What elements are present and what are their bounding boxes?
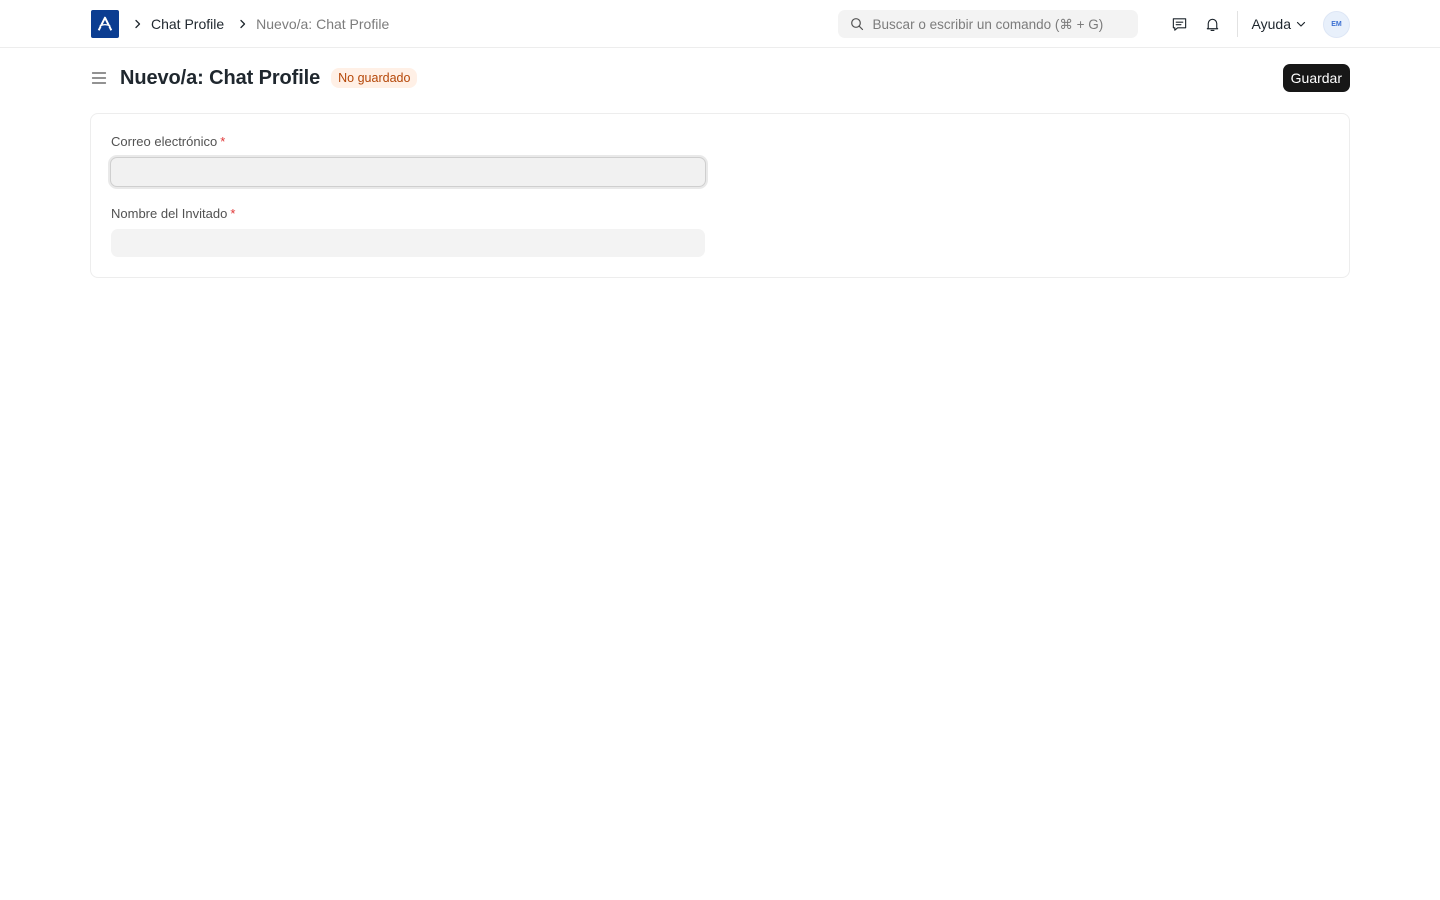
search-bar[interactable] (837, 10, 1138, 38)
search-icon (850, 18, 863, 31)
chat-icon (1172, 17, 1187, 31)
email-field-group: Correo electrónico * (110, 134, 706, 187)
email-field-label: Correo electrónico * (111, 134, 706, 149)
breadcrumb-separator (133, 19, 143, 29)
guest-name-field-label: Nombre del Invitado * (111, 206, 706, 221)
bell-icon (1206, 18, 1219, 31)
guest-name-label-text: Nombre del Invitado (111, 206, 228, 221)
breadcrumb-chat-profile[interactable]: Chat Profile (151, 16, 224, 32)
user-avatar[interactable]: EM (1323, 10, 1350, 38)
hamburger-menu-icon (91, 72, 107, 84)
status-badge: No guardado (331, 68, 418, 88)
chevron-down-icon (1296, 21, 1306, 27)
email-label-text: Correo electrónico (111, 134, 218, 149)
required-marker: * (230, 206, 236, 221)
required-marker: * (220, 134, 226, 149)
app-logo-icon (97, 16, 113, 31)
page-title: Nuevo/a: Chat Profile (120, 66, 321, 89)
chat-button[interactable] (1169, 13, 1191, 35)
save-button[interactable]: Guardar (1282, 64, 1350, 92)
navbar-inner: Chat Profile Nuevo/a: Chat Profile Busca… (91, 0, 1350, 48)
page-head: Nuevo/a: Chat Profile No guardado Guarda… (91, 62, 1350, 94)
navbar-divider (1236, 11, 1238, 37)
app-logo[interactable] (91, 10, 119, 38)
form-card: Correo electrónico * Nombre del Invitado * (90, 113, 1350, 278)
breadcrumb-current: Nuevo/a: Chat Profile (256, 16, 390, 32)
notifications-button[interactable] (1202, 13, 1224, 35)
email-field[interactable] (110, 157, 706, 187)
navbar: Chat Profile Nuevo/a: Chat Profile Busca… (0, 0, 1440, 48)
sidebar-toggle[interactable] (91, 70, 107, 86)
chevron-right-icon (135, 19, 141, 29)
help-label: Ayuda (1251, 16, 1291, 32)
search-input[interactable] (872, 16, 1133, 32)
help-dropdown[interactable]: Ayuda (1252, 16, 1306, 32)
guest-name-field-group: Nombre del Invitado * (111, 206, 706, 257)
guest-name-field[interactable] (111, 229, 705, 257)
breadcrumb-separator (238, 19, 248, 29)
chevron-right-icon (240, 19, 246, 29)
